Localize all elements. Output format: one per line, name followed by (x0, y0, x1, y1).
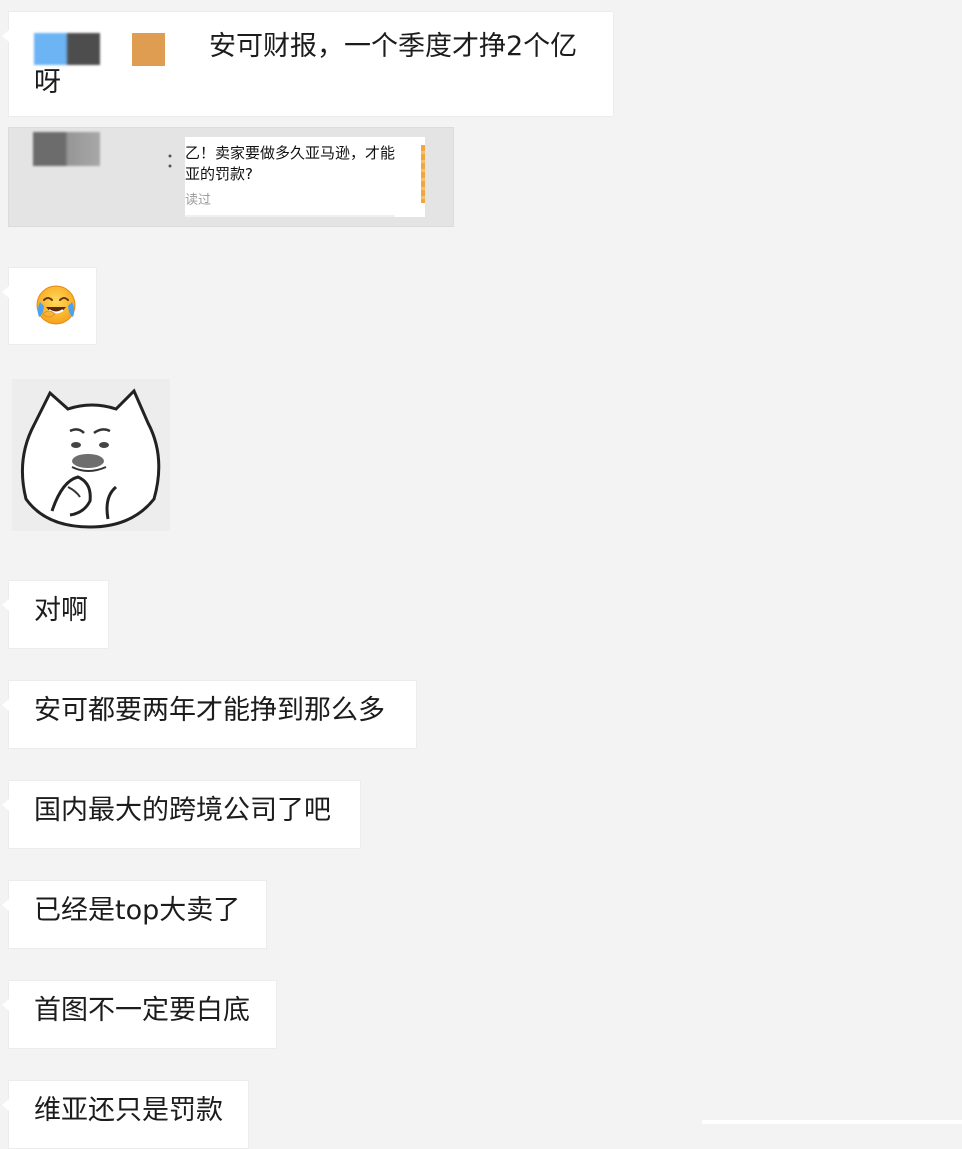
message-bubble-3[interactable]: 安可都要两年才能挣到那么多 (2, 680, 417, 749)
face-with-tears-of-joy-icon (36, 285, 76, 325)
redacted-orange-block (132, 33, 165, 66)
link-thumbnail (421, 145, 425, 203)
link-title-line-1: 乙！卖家要做多久亚马逊，才能 (185, 144, 396, 162)
message-bubble-7[interactable]: 维亚还只是罚款 (2, 1080, 249, 1149)
message-text: 维亚还只是罚款 (34, 1095, 223, 1126)
link-colon: ： (165, 148, 185, 172)
message-text-continued: 呀 (34, 67, 61, 98)
link-preview[interactable]: 乙！卖家要做多久亚马逊，才能 亚的罚款? 读过 (185, 137, 425, 217)
link-title-line-2: 亚的罚款? (185, 165, 253, 183)
message-bubble-1[interactable]: 安可财报，一个季度才挣2个亿呀 (2, 11, 614, 117)
message-bubble-2[interactable]: 对啊 (2, 580, 109, 649)
message-bubble-5[interactable]: 已经是top大卖了 (2, 880, 267, 949)
message-text: 国内最大的跨境公司了吧 (34, 795, 331, 826)
message-bubble-6[interactable]: 首图不一定要白底 (2, 980, 277, 1049)
link-read-label: 读过 (185, 193, 212, 208)
shared-link-card[interactable]: ： 乙！卖家要做多久亚马逊，才能 亚的罚款? 读过 (8, 127, 454, 227)
bottom-edge-strip (702, 1120, 962, 1124)
message-text: 首图不一定要白底 (34, 995, 250, 1026)
message-bubble-emoji[interactable] (2, 267, 97, 345)
message-bubble-4[interactable]: 国内最大的跨境公司了吧 (2, 780, 361, 849)
link-divider (185, 215, 395, 217)
redacted-avatar-blur (34, 33, 100, 65)
message-text: 已经是top大卖了 (34, 895, 241, 926)
message-text: 安可都要两年才能挣到那么多 (34, 695, 385, 726)
redacted-sender-blur (33, 132, 100, 166)
message-text: 安可财报，一个季度才挣2个亿 (209, 31, 578, 62)
message-text: 对啊 (34, 595, 88, 626)
cat-thinking-sticker[interactable] (12, 379, 170, 531)
